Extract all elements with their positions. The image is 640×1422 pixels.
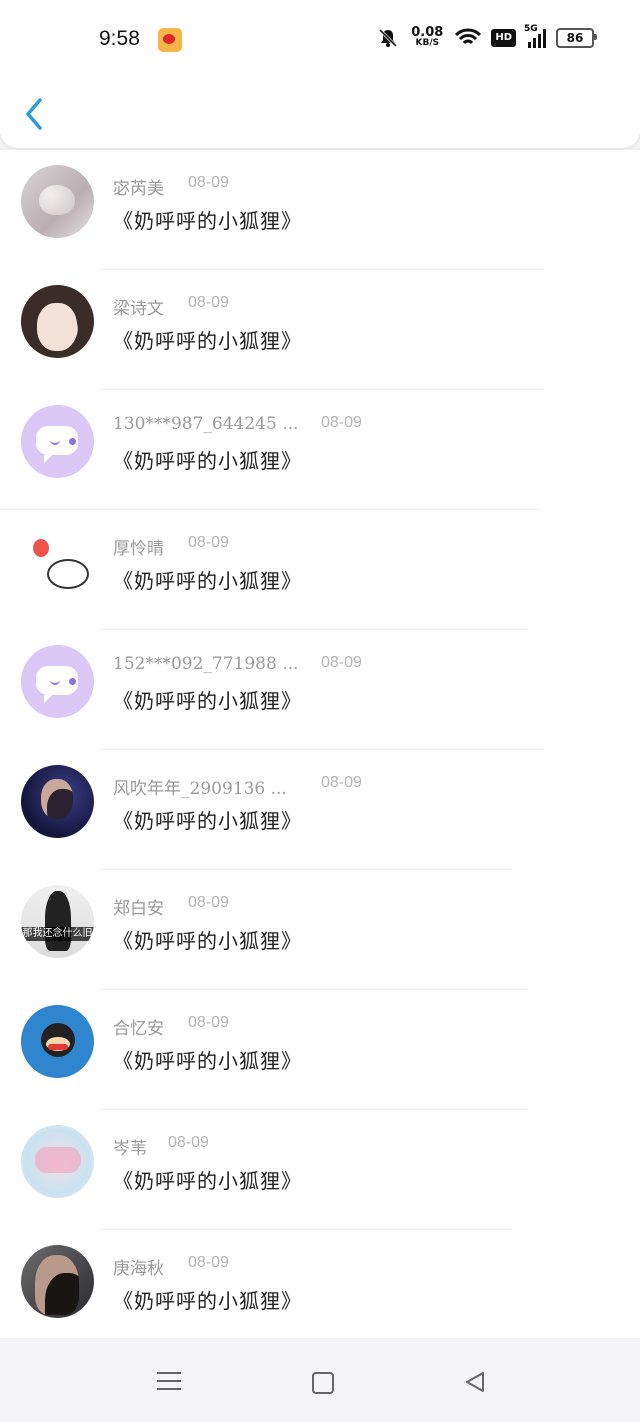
menu-icon[interactable]	[157, 1370, 181, 1392]
message-text: 《奶呼呼的小狐狸》	[113, 329, 302, 353]
user-name: 郑白安	[113, 899, 164, 919]
wifi-icon	[455, 28, 482, 45]
balloon-icon	[33, 539, 49, 557]
battery-level: 86	[566, 31, 584, 45]
message-text: 《奶呼呼的小狐狸》	[113, 1169, 302, 1193]
back-triangle-icon[interactable]	[464, 1371, 486, 1393]
user-name: 岑苇	[113, 1139, 147, 1159]
user-name: 宓芮美	[113, 179, 164, 199]
avatar[interactable]	[21, 645, 94, 718]
avatar[interactable]	[21, 765, 94, 838]
system-nav-bar	[0, 1338, 640, 1422]
hd-badge: HD	[491, 29, 516, 47]
item-date: 08-09	[168, 1134, 209, 1151]
message-text: 《奶呼呼的小狐狸》	[113, 209, 302, 233]
weibo-icon	[158, 28, 182, 52]
user-name: 152***092_771988 ...	[113, 654, 299, 674]
mute-bell-icon	[379, 28, 398, 48]
net-speed-value: 0.08	[411, 25, 444, 40]
item-date: 08-09	[188, 1014, 229, 1031]
list-item[interactable]: 宓芮美 08-09 《奶呼呼的小狐狸》	[0, 150, 640, 270]
status-icons: 0.08 KB/S HD 5G 86	[377, 24, 597, 49]
avatar[interactable]	[21, 525, 94, 598]
list-item[interactable]: 130***987_644245 ... 08-09 《奶呼呼的小狐狸》	[0, 390, 640, 510]
avatar[interactable]	[21, 285, 94, 358]
item-date: 08-09	[188, 294, 229, 311]
user-name: 130***987_644245 ...	[113, 414, 299, 434]
message-text: 《奶呼呼的小狐狸》	[113, 689, 302, 713]
message-text: 《奶呼呼的小狐狸》	[113, 1289, 302, 1313]
avatar[interactable]	[21, 1125, 94, 1198]
item-date: 08-09	[188, 1254, 229, 1271]
list-item[interactable]: 厚怜晴 08-09 《奶呼呼的小狐狸》	[0, 510, 640, 630]
net-speed-unit: KB/S	[415, 38, 440, 48]
signal-bar	[533, 38, 536, 48]
message-text: 《奶呼呼的小狐狸》	[113, 1049, 302, 1073]
user-name: 合忆安	[113, 1019, 164, 1039]
chevron-left-icon[interactable]	[20, 96, 50, 132]
status-bar: 9:58 0.08 KB/S HD 5G 86	[0, 0, 640, 80]
item-date: 08-09	[188, 174, 229, 191]
signal-bar	[528, 42, 531, 48]
item-date: 08-09	[188, 534, 229, 551]
item-date: 08-09	[188, 894, 229, 911]
battery-icon: 86	[556, 28, 597, 48]
top-header	[0, 80, 640, 148]
avatar-caption: 那我还念什么旧	[21, 927, 94, 941]
message-text: 《奶呼呼的小狐狸》	[113, 929, 302, 953]
list-item[interactable]: 那我还念什么旧 郑白安 08-09 《奶呼呼的小狐狸》	[0, 870, 640, 990]
avatar[interactable]	[21, 1245, 94, 1318]
message-text: 《奶呼呼的小狐狸》	[113, 569, 302, 593]
item-date: 08-09	[321, 654, 362, 671]
message-text: 《奶呼呼的小狐狸》	[113, 809, 302, 833]
list-item[interactable]: 152***092_771988 ... 08-09 《奶呼呼的小狐狸》	[0, 630, 640, 750]
user-name: 梁诗文	[113, 299, 164, 319]
list-item[interactable]: 梁诗文 08-09 《奶呼呼的小狐狸》	[0, 270, 640, 390]
chat-bubble-icon	[36, 426, 78, 463]
list-item[interactable]: 风吹年年_2909136 ... 08-09 《奶呼呼的小狐狸》	[0, 750, 640, 870]
avatar[interactable]	[21, 1005, 94, 1078]
avatar[interactable]: 那我还念什么旧	[21, 885, 94, 958]
chat-bubble-icon	[36, 666, 78, 703]
message-text: 《奶呼呼的小狐狸》	[113, 449, 302, 473]
item-date: 08-09	[321, 414, 362, 431]
cat-icon	[47, 559, 89, 589]
list-item[interactable]: 合忆安 08-09 《奶呼呼的小狐狸》	[0, 990, 640, 1110]
network-type: 5G	[524, 24, 538, 34]
signal-icon: 5G	[524, 24, 546, 48]
avatar[interactable]	[21, 405, 94, 478]
signal-bar	[543, 29, 546, 48]
item-date: 08-09	[321, 774, 362, 791]
net-speed: 0.08 KB/S	[411, 25, 444, 49]
signal-bar	[538, 34, 541, 48]
list-item[interactable]: 岑苇 08-09 《奶呼呼的小狐狸》	[0, 1110, 640, 1230]
message-list: 宓芮美 08-09 《奶呼呼的小狐狸》 梁诗文 08-09 《奶呼呼的小狐狸》 …	[0, 150, 640, 1338]
home-square-icon[interactable]	[312, 1372, 334, 1394]
avatar[interactable]	[21, 165, 94, 238]
user-name: 厚怜晴	[113, 539, 164, 559]
status-time: 9:58	[99, 27, 140, 50]
user-name: 庚海秋	[113, 1259, 164, 1279]
user-name: 风吹年年_2909136 ...	[113, 779, 287, 799]
list-item[interactable]: 庚海秋 08-09 《奶呼呼的小狐狸》	[0, 1230, 640, 1350]
